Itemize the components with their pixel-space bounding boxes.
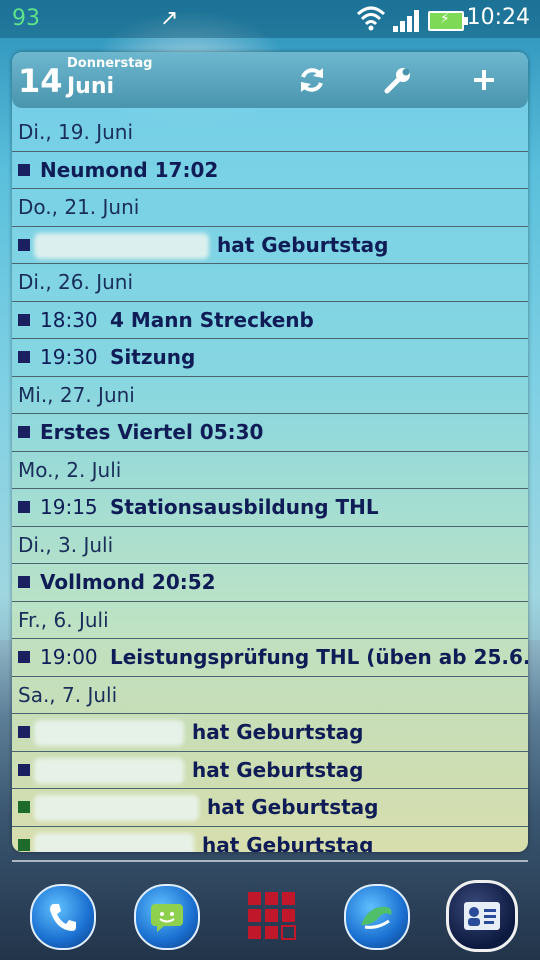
date-label: Mi., 27. Juni	[18, 382, 135, 407]
event-title: Leistungsprüfung THL (üben ab 25.6.)	[110, 645, 528, 669]
agenda-date-row[interactable]: Di., 19. Juni	[12, 114, 528, 152]
event-title: hat Geburtstag	[207, 795, 379, 819]
date-label: Di., 19. Juni	[18, 120, 133, 144]
redacted-name	[34, 720, 184, 746]
notification-icon: ↗	[160, 6, 179, 31]
agenda-date-row[interactable]: Di., 26. Juni	[12, 264, 528, 302]
date-label: Di., 26. Juni	[18, 270, 133, 294]
agenda-date-row[interactable]: Mo., 2. Juli	[12, 452, 528, 489]
add-event-button[interactable]	[464, 60, 504, 100]
agenda-event-row[interactable]: hat Geburtstag	[12, 827, 528, 853]
phone-button[interactable]	[30, 884, 96, 950]
contacts-button[interactable]	[446, 880, 518, 952]
agenda-date-row[interactable]: Di., 3. Juli	[12, 527, 528, 564]
event-time: 19:00	[40, 645, 98, 669]
agenda-list[interactable]: Di., 19. Juni Neumond 17:02 Do., 21. Juni h…	[12, 114, 528, 852]
agenda-event-row[interactable]: 19:15 Stationsausbildung THL	[12, 489, 528, 527]
calendar-color-marker	[18, 651, 30, 663]
calendar-color-marker	[18, 763, 30, 776]
plus-icon	[474, 70, 494, 90]
event-time: 19:15	[40, 495, 98, 519]
agenda-date-row[interactable]: Fr., 6. Juli	[12, 602, 528, 639]
calendar-color-marker	[18, 726, 30, 738]
date-label: Di., 3. Juli	[18, 532, 114, 557]
event-title: Stationsausbildung THL	[110, 495, 379, 519]
settings-button[interactable]	[378, 60, 418, 100]
signal-icon	[393, 10, 419, 32]
refresh-icon	[301, 68, 323, 92]
header-weekday: Donnerstag	[67, 56, 153, 71]
calendar-color-marker	[18, 576, 30, 588]
calendar-widget[interactable]: 14 Donnerstag Juni Di., 19. Juni Neumond…	[12, 52, 528, 852]
calendar-color-marker	[18, 838, 30, 851]
event-title: 4 Mann Streckenb	[110, 307, 314, 332]
agenda-event-row[interactable]: hat Geburtstag	[12, 714, 528, 752]
clock: 10:24	[466, 5, 530, 30]
event-title: Neumond 17:02	[40, 157, 219, 182]
agenda-event-row[interactable]: Neumond 17:02	[12, 152, 528, 189]
redacted-name	[34, 232, 209, 259]
browser-icon	[361, 906, 392, 929]
calendar-color-marker	[18, 238, 30, 251]
calendar-color-marker	[18, 351, 30, 363]
browser-button[interactable]	[344, 884, 410, 950]
app-drawer-icon	[248, 892, 296, 940]
redacted-name	[34, 832, 194, 852]
contacts-icon	[464, 902, 500, 930]
event-time: 18:30	[40, 307, 98, 332]
phone-icon	[50, 904, 76, 931]
date-label: Do., 21. Juni	[18, 195, 140, 219]
calendar-color-marker	[18, 163, 30, 176]
wrench-icon	[384, 68, 410, 94]
event-time: 19:30	[40, 345, 98, 369]
calendar-color-marker	[18, 313, 30, 326]
event-title: hat Geburtstag	[202, 832, 374, 853]
agenda-event-row[interactable]: hat Geburtstag	[12, 752, 528, 789]
event-title: Sitzung	[110, 345, 196, 369]
agenda-event-row[interactable]: 18:30 4 Mann Streckenb	[12, 302, 528, 339]
battery-percent: 93	[12, 6, 40, 31]
agenda-date-row[interactable]: Do., 21. Juni	[12, 189, 528, 227]
event-title: Vollmond 20:52	[40, 570, 216, 594]
date-label: Mo., 2. Juli	[18, 457, 122, 482]
date-label: Sa., 7. Juli	[18, 682, 118, 707]
header-month: Juni	[67, 74, 115, 99]
event-title: hat Geburtstag	[192, 757, 364, 782]
agenda-event-row[interactable]: Erstes Viertel 05:30	[12, 414, 528, 452]
app-drawer-button[interactable]	[246, 890, 298, 942]
wifi-icon	[356, 6, 386, 31]
redacted-name	[34, 757, 184, 784]
event-title: hat Geburtstag	[217, 232, 389, 257]
agenda-event-row[interactable]: hat Geburtstag	[12, 789, 528, 827]
agenda-event-row[interactable]: Vollmond 20:52	[12, 564, 528, 602]
event-title: hat Geburtstag	[192, 720, 364, 744]
event-title: Erstes Viertel 05:30	[40, 420, 264, 444]
status-bar: 93 ↗ ⚡ 10:24	[0, 0, 540, 38]
agenda-date-row[interactable]: Mi., 27. Juni	[12, 377, 528, 414]
agenda-date-row[interactable]: Sa., 7. Juli	[12, 677, 528, 714]
date-label: Fr., 6. Juli	[18, 607, 109, 632]
header-day-number: 14	[18, 62, 63, 100]
calendar-color-marker	[18, 426, 30, 438]
calendar-color-marker	[18, 801, 30, 813]
battery-icon: ⚡	[428, 11, 468, 31]
widget-header: 14 Donnerstag Juni	[12, 52, 528, 108]
calendar-color-marker	[18, 501, 30, 513]
agenda-event-row[interactable]: 19:00 Leistungsprüfung THL (üben ab 25.6.…	[12, 639, 528, 677]
messaging-icon	[151, 904, 183, 932]
agenda-event-row[interactable]: hat Geburtstag	[12, 227, 528, 264]
messaging-button[interactable]	[134, 884, 200, 950]
redacted-name	[34, 795, 199, 821]
dock-divider	[12, 860, 528, 862]
refresh-button[interactable]	[292, 60, 332, 100]
agenda-event-row[interactable]: 19:30 Sitzung	[12, 339, 528, 377]
